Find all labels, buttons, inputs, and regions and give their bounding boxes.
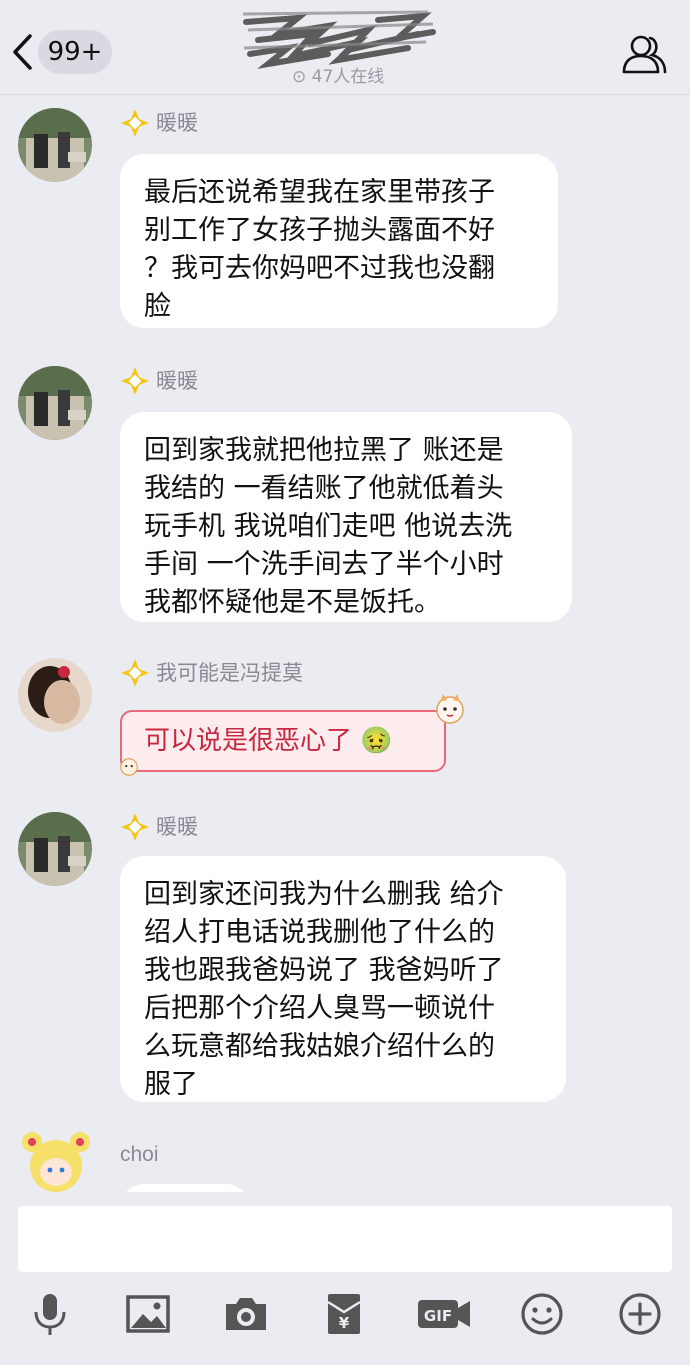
red-packet-icon[interactable]: ¥ — [320, 1290, 368, 1338]
sender-name: 我可能是冯提莫 — [156, 661, 303, 685]
nauseated-face-emoji: 🤢 — [360, 726, 393, 756]
svg-text:¥: ¥ — [339, 1314, 350, 1332]
member-level-badge-icon — [121, 659, 149, 687]
avatar[interactable] — [18, 658, 92, 732]
message-bubble-special[interactable]: 可以说是很恶心了 🤢 — [120, 710, 446, 772]
avatar-cartoon — [18, 1126, 94, 1192]
sender-name: 暖暖 — [156, 111, 198, 135]
chat-header: 99+ ⊙ 47人在线 — [0, 0, 690, 95]
avatar[interactable] — [18, 366, 92, 440]
message-input[interactable] — [18, 1206, 672, 1272]
cat-sticker-icon — [436, 694, 464, 724]
list-edge — [0, 1192, 690, 1206]
avatar[interactable] — [18, 1126, 94, 1192]
avatar[interactable] — [18, 108, 92, 182]
online-status: ⊙ 47人在线 — [292, 67, 385, 87]
avatar[interactable] — [18, 812, 92, 886]
member-level-badge-icon — [121, 813, 149, 841]
unread-count-badge[interactable]: 99+ — [38, 30, 112, 74]
microphone-icon[interactable] — [26, 1290, 74, 1338]
online-dot-icon: ⊙ — [292, 67, 312, 87]
gif-icon[interactable]: GIF — [416, 1290, 472, 1338]
avatar-photo — [18, 658, 92, 732]
input-toolbar: ¥ GIF — [0, 1290, 690, 1350]
avatar-photo — [18, 812, 92, 886]
avatar-photo — [18, 108, 92, 182]
back-arrow-icon[interactable] — [10, 32, 36, 72]
message-bubble[interactable]: 回到家还问我为什么删我 给介 绍人打电话说我删他了什么的 我也跟我爸妈说了 我爸… — [120, 856, 566, 1102]
plus-icon[interactable] — [616, 1290, 664, 1338]
message-text: 可以说是很恶心了 — [144, 726, 353, 756]
camera-icon[interactable] — [222, 1290, 270, 1338]
svg-text:GIF: GIF — [424, 1307, 452, 1325]
member-level-badge-icon — [121, 367, 149, 395]
emoji-icon[interactable] — [518, 1290, 566, 1338]
group-members-icon[interactable] — [620, 32, 668, 76]
sticker-decoration-icon — [120, 758, 138, 776]
image-icon[interactable] — [124, 1290, 172, 1338]
member-level-badge-icon — [121, 109, 149, 137]
sender-name: 暖暖 — [156, 369, 198, 393]
avatar-photo — [18, 366, 92, 440]
sender-name: 暖暖 — [156, 815, 198, 839]
message-bubble[interactable]: 最后还说希望我在家里带孩子 别工作了女孩子抛头露面不好 ？我可去你妈吧不过我也没… — [120, 154, 558, 328]
message-bubble[interactable]: 回到家我就把他拉黑了 账还是 我结的 一看结账了他就低着头 玩手机 我说咱们走吧… — [120, 412, 572, 622]
sender-name: choi — [120, 1143, 159, 1166]
